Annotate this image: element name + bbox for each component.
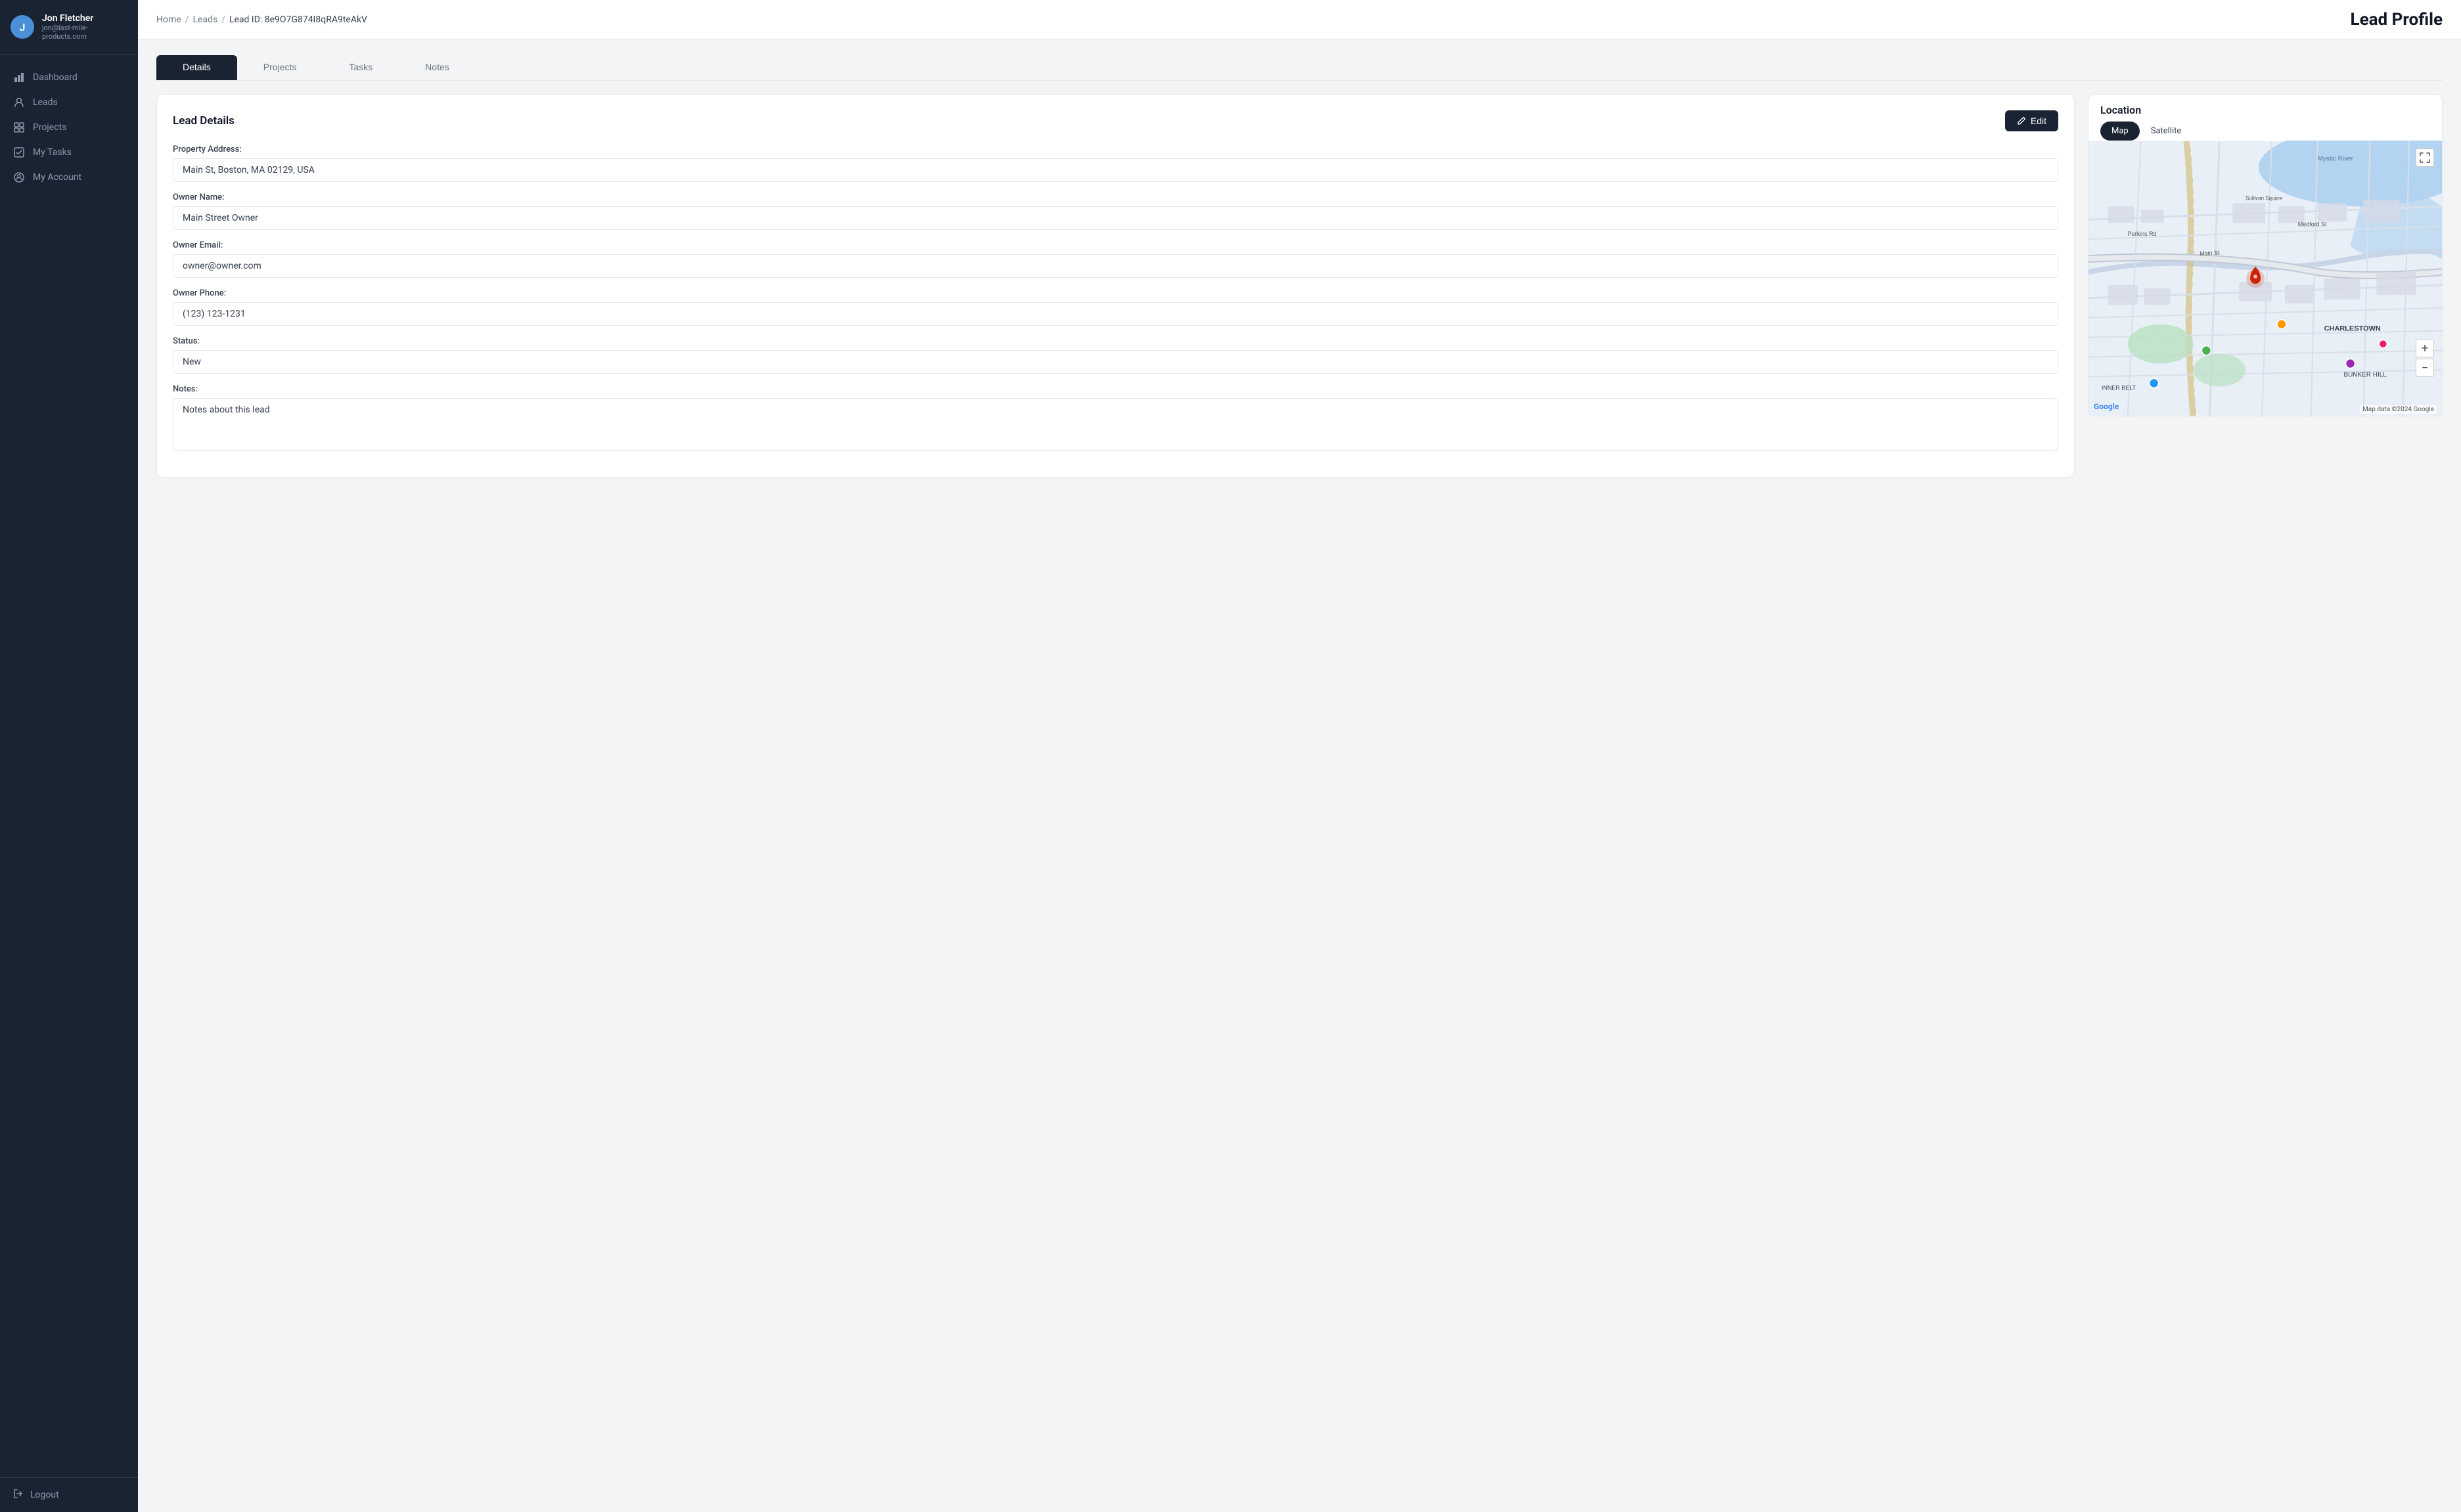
owner-phone-field: Owner Phone: (123) 123-1231 <box>173 288 2058 326</box>
tab-projects[interactable]: Projects <box>237 55 323 80</box>
content-area: Details Projects Tasks Notes Lead Detail… <box>138 39 2461 1512</box>
map-card: Location Map Satellite <box>2088 94 2443 417</box>
owner-phone-label: Owner Phone: <box>173 288 2058 298</box>
projects-icon <box>13 122 25 133</box>
sidebar-item-label: Projects <box>33 122 66 133</box>
logout-label: Logout <box>30 1490 59 1500</box>
map-container[interactable]: CHARLESTOWN BUNKER HILL INNER BELT <box>2088 141 2442 416</box>
svg-text:Mystic River: Mystic River <box>2318 156 2354 163</box>
lead-details-col: Lead Details Edit Property Address: Main… <box>156 94 2075 478</box>
map-header: Location <box>2088 95 2442 116</box>
username: Jon Fletcher <box>42 13 127 24</box>
breadcrumb: Home / Leads / Lead ID: 8e9O7G874I8qRA9t… <box>156 14 367 25</box>
sidebar: J Jon Fletcher jon@last-mile-products.co… <box>0 0 138 1512</box>
sidebar-item-label: Leads <box>33 97 58 108</box>
google-logo: Google <box>2094 402 2119 411</box>
breadcrumb-lead-id: Lead ID: 8e9O7G874I8qRA9teAkV <box>229 14 367 25</box>
logout-icon <box>13 1488 24 1501</box>
owner-email-field: Owner Email: owner@owner.com <box>173 240 2058 278</box>
tab-details[interactable]: Details <box>156 55 237 80</box>
owner-name-label: Owner Name: <box>173 192 2058 202</box>
topbar: Home / Leads / Lead ID: 8e9O7G874I8qRA9t… <box>138 0 2461 39</box>
sidebar-item-my-tasks[interactable]: My Tasks <box>0 140 138 165</box>
breadcrumb-leads[interactable]: Leads <box>192 14 217 25</box>
sidebar-nav: Dashboard Leads Projects <box>0 55 138 1477</box>
map-zoom-out[interactable]: − <box>2416 359 2434 377</box>
svg-text:BUNKER HILL: BUNKER HILL <box>2344 371 2387 378</box>
main-content: Home / Leads / Lead ID: 8e9O7G874I8qRA9t… <box>138 0 2461 1512</box>
status-field: Status: New <box>173 336 2058 374</box>
notes-label: Notes: <box>173 384 2058 394</box>
map-tab-satellite[interactable]: Satellite <box>2140 122 2193 141</box>
sidebar-item-leads[interactable]: Leads <box>0 90 138 115</box>
map-controls: + − <box>2416 339 2434 377</box>
map-tab-map[interactable]: Map <box>2100 122 2140 141</box>
chart-icon <box>13 72 25 83</box>
sidebar-footer: Logout <box>0 1477 138 1512</box>
owner-name-value: Main Street Owner <box>173 206 2058 230</box>
sidebar-item-dashboard[interactable]: Dashboard <box>0 65 138 90</box>
notes-value: Notes about this lead <box>173 398 2058 451</box>
map-fullscreen-button[interactable] <box>2416 148 2434 167</box>
owner-email-value: owner@owner.com <box>173 254 2058 278</box>
edit-button[interactable]: Edit <box>2005 110 2058 131</box>
tab-notes[interactable]: Notes <box>399 55 476 80</box>
owner-email-label: Owner Email: <box>173 240 2058 250</box>
map-svg: CHARLESTOWN BUNKER HILL INNER BELT <box>2088 141 2442 416</box>
card-title: Lead Details <box>173 114 235 127</box>
avatar: J <box>11 15 34 39</box>
map-zoom-in[interactable]: + <box>2416 339 2434 357</box>
sidebar-item-projects[interactable]: Projects <box>0 115 138 140</box>
edit-icon <box>2017 116 2026 125</box>
status-value: New <box>173 350 2058 374</box>
account-icon <box>13 171 25 183</box>
card-header: Lead Details Edit <box>173 110 2058 131</box>
owner-phone-value: (123) 123-1231 <box>173 302 2058 326</box>
map-tabs: Map Satellite <box>2088 116 2442 141</box>
owner-name-field: Owner Name: Main Street Owner <box>173 192 2058 230</box>
sidebar-item-label: Dashboard <box>33 72 78 83</box>
svg-text:Sullivan Square: Sullivan Square <box>2246 195 2282 201</box>
leads-icon <box>13 97 25 108</box>
map-attribution: Map data ©2024 Google <box>2360 405 2437 414</box>
property-address-value: Main St, Boston, MA 02129, USA <box>173 158 2058 182</box>
user-email: jon@last-mile-products.com <box>42 24 127 41</box>
breadcrumb-home[interactable]: Home <box>156 14 181 25</box>
property-address-label: Property Address: <box>173 145 2058 154</box>
svg-text:CHARLESTOWN: CHARLESTOWN <box>2324 325 2381 333</box>
status-label: Status: <box>173 336 2058 346</box>
svg-text:Medford St: Medford St <box>2298 221 2327 227</box>
two-col-layout: Lead Details Edit Property Address: Main… <box>156 94 2443 478</box>
sidebar-item-label: My Tasks <box>33 147 72 158</box>
user-info: Jon Fletcher jon@last-mile-products.com <box>42 13 127 41</box>
tabs-row: Details Projects Tasks Notes <box>156 55 2443 81</box>
sidebar-item-label: My Account <box>33 172 81 183</box>
notes-field: Notes: Notes about this lead <box>173 384 2058 451</box>
logout-button[interactable]: Logout <box>13 1488 125 1501</box>
lead-details-card: Lead Details Edit Property Address: Main… <box>156 94 2075 478</box>
breadcrumb-sep-1: / <box>185 14 189 25</box>
sidebar-header: J Jon Fletcher jon@last-mile-products.co… <box>0 0 138 55</box>
property-address-field: Property Address: Main St, Boston, MA 02… <box>173 145 2058 182</box>
breadcrumb-sep-2: / <box>221 14 225 25</box>
map-col: Location Map Satellite <box>2088 94 2443 417</box>
tab-tasks[interactable]: Tasks <box>323 55 399 80</box>
svg-text:Perkins Rd: Perkins Rd <box>2128 231 2157 237</box>
page-title: Lead Profile <box>2351 10 2443 30</box>
sidebar-item-my-account[interactable]: My Account <box>0 165 138 190</box>
tasks-icon <box>13 146 25 158</box>
svg-text:INNER BELT: INNER BELT <box>2102 384 2136 391</box>
svg-text:Main St: Main St <box>2200 250 2220 257</box>
